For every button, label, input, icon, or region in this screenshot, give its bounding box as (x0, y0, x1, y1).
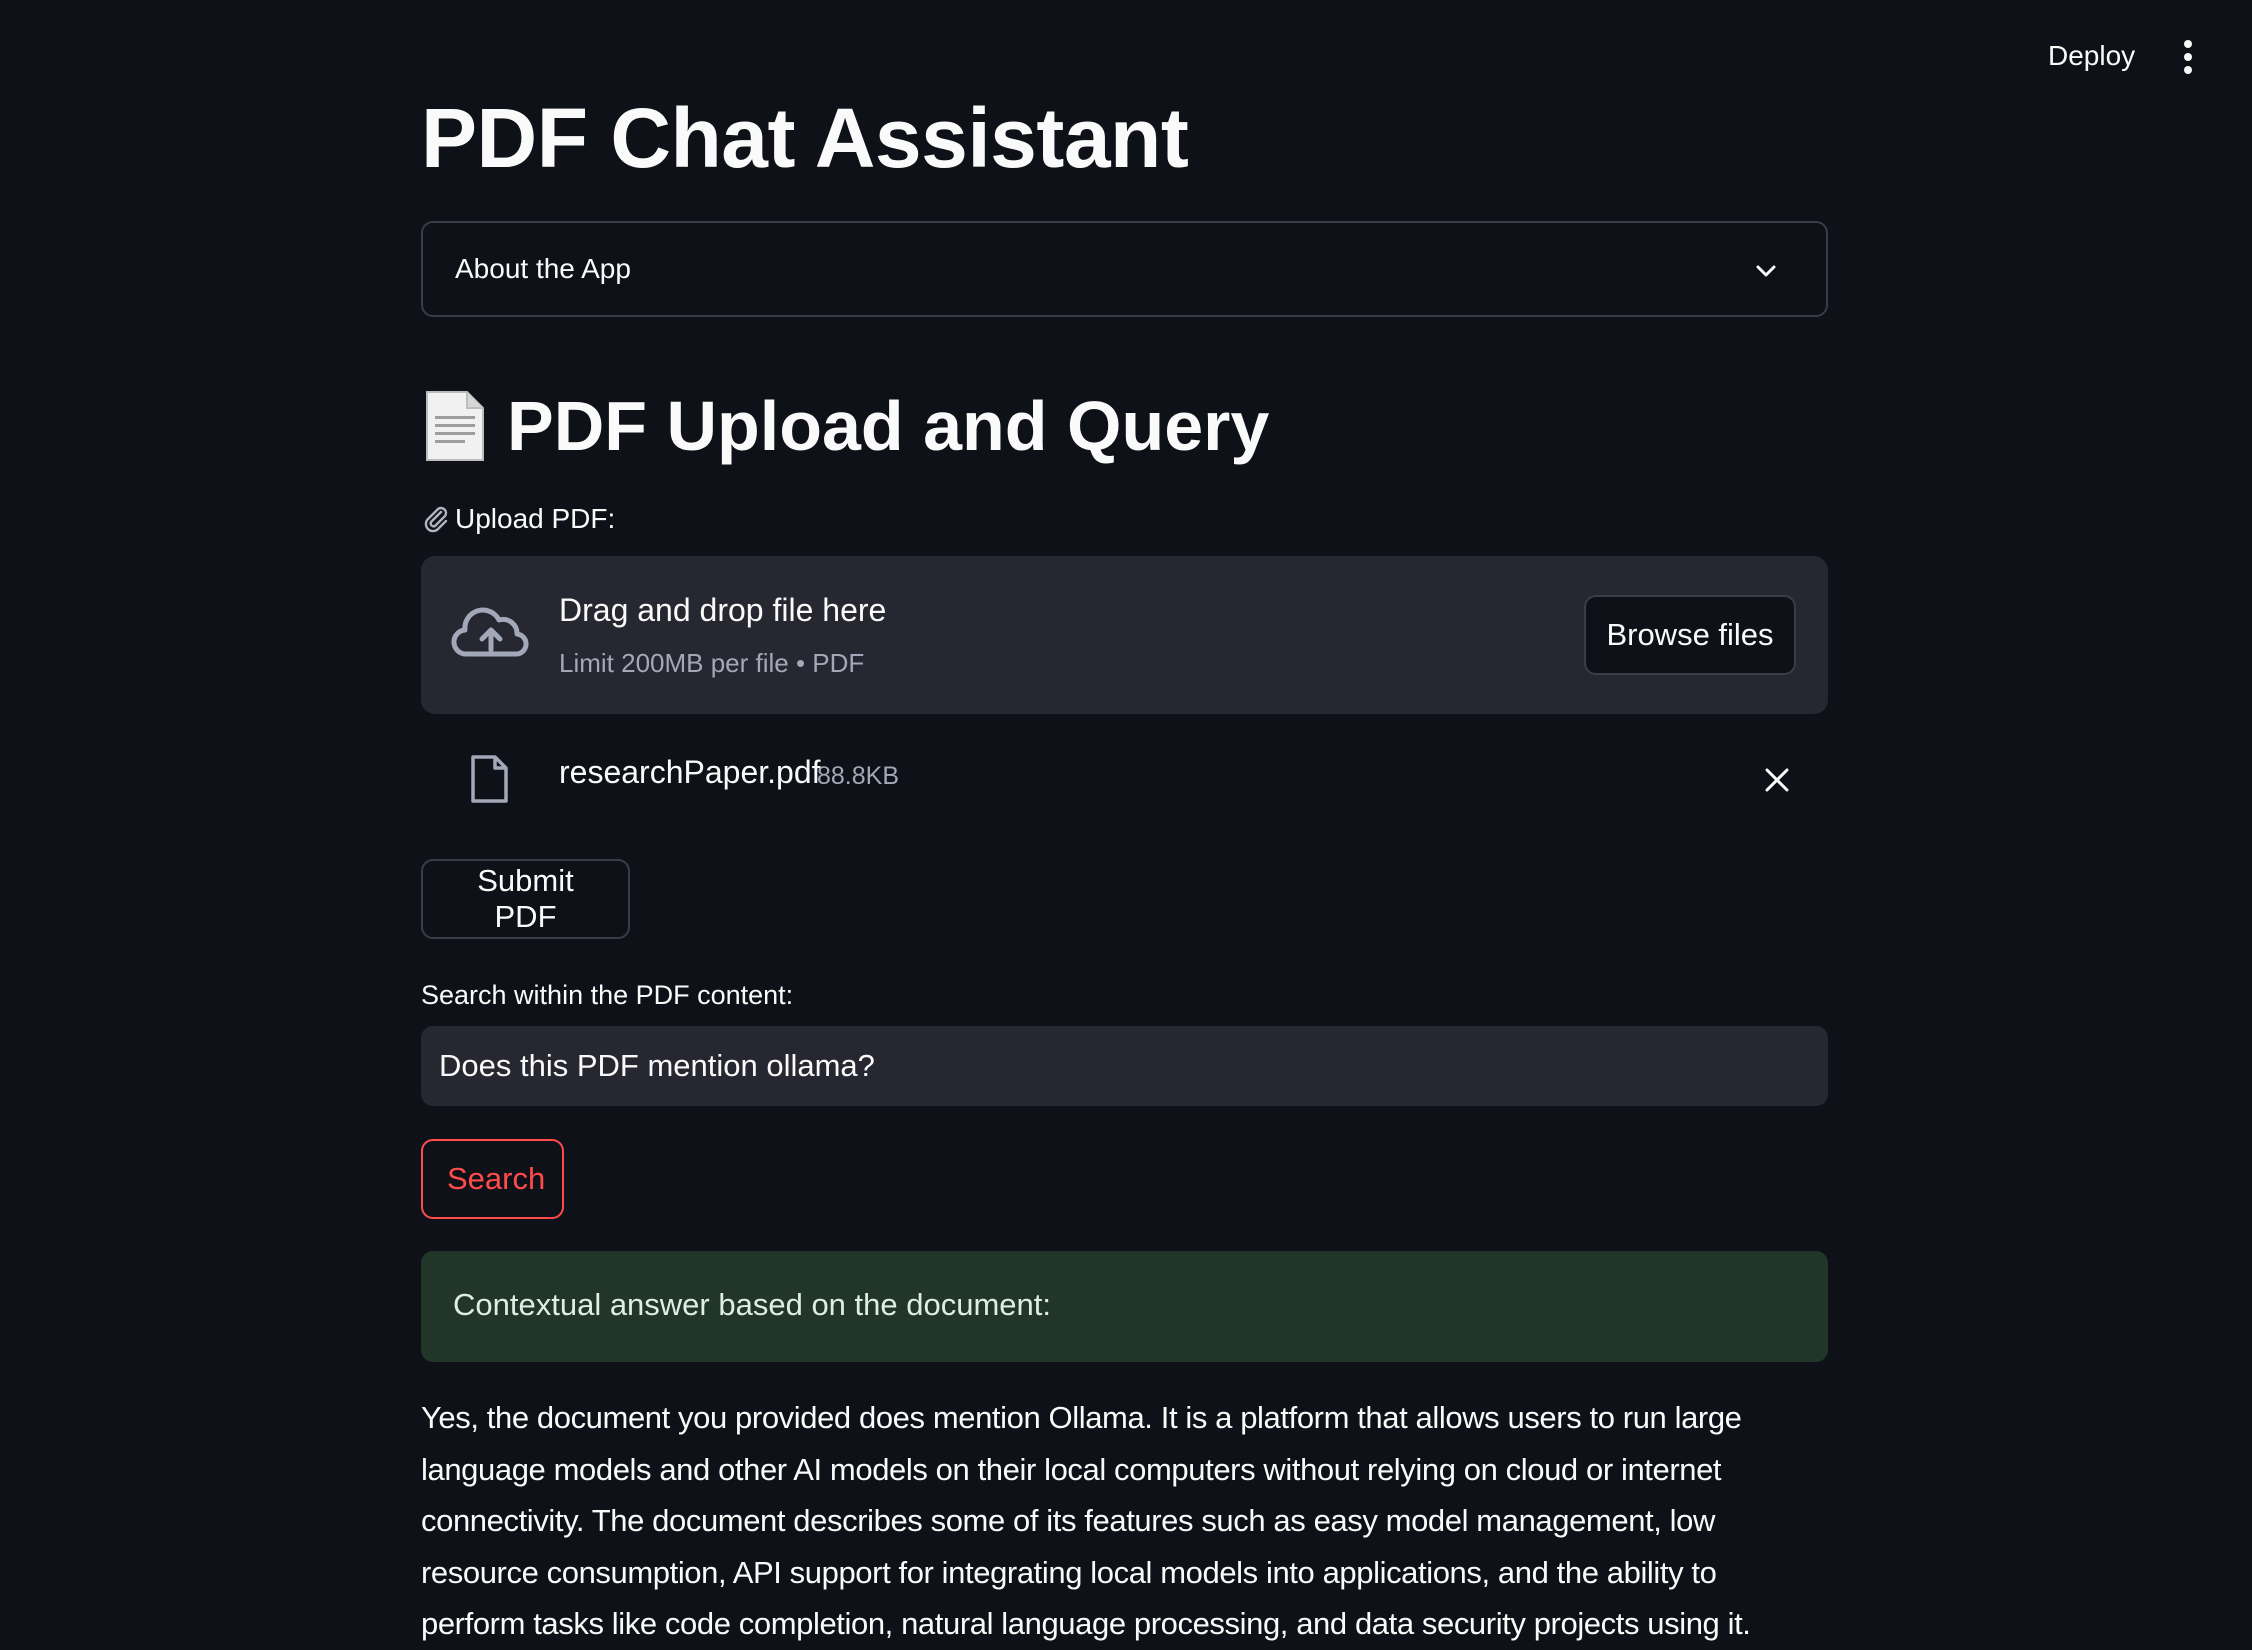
kebab-menu-icon[interactable] (2176, 40, 2200, 76)
answer-text: Yes, the document you provided does ment… (421, 1400, 1751, 1641)
cloud-upload-icon (451, 607, 529, 657)
search-button[interactable]: Search (421, 1139, 564, 1219)
upload-label: Upload PDF: (421, 503, 615, 535)
file-size: 88.8KB (817, 762, 900, 790)
search-input[interactable] (421, 1026, 1828, 1106)
chevron-down-icon (1756, 265, 1776, 277)
section-heading-text: PDF Upload and Query (507, 387, 1270, 465)
dropzone-title: Drag and drop file here (559, 592, 887, 628)
upload-label-text: Upload PDF: (455, 503, 616, 534)
file-name: researchPaper.pdf (559, 754, 821, 790)
success-banner-text: Contextual answer based on the document: (453, 1287, 1051, 1322)
page-title: PDF Chat Assistant (421, 91, 1189, 185)
expander-label: About the App (455, 253, 631, 284)
dropzone-subtitle: Limit 200MB per file • PDF (559, 648, 865, 678)
file-icon (471, 755, 508, 803)
file-dropzone[interactable]: Drag and drop file here Limit 200MB per … (421, 556, 1828, 714)
success-banner: Contextual answer based on the document: (421, 1251, 1828, 1362)
deploy-button[interactable]: Deploy (2036, 36, 2147, 76)
page-facing-up-icon (426, 391, 484, 461)
about-expander[interactable]: About the App (421, 221, 1828, 317)
submit-pdf-button[interactable]: Submit PDF (421, 859, 630, 939)
uploaded-file-row: researchPaper.pdf 88.8KB (421, 740, 1828, 816)
close-icon[interactable] (1763, 766, 1791, 794)
paperclip-icon (424, 506, 448, 533)
search-label: Search within the PDF content: (421, 980, 794, 1010)
browse-files-button[interactable]: Browse files (1584, 595, 1796, 675)
section-heading: PDF Upload and Query (421, 376, 1269, 476)
